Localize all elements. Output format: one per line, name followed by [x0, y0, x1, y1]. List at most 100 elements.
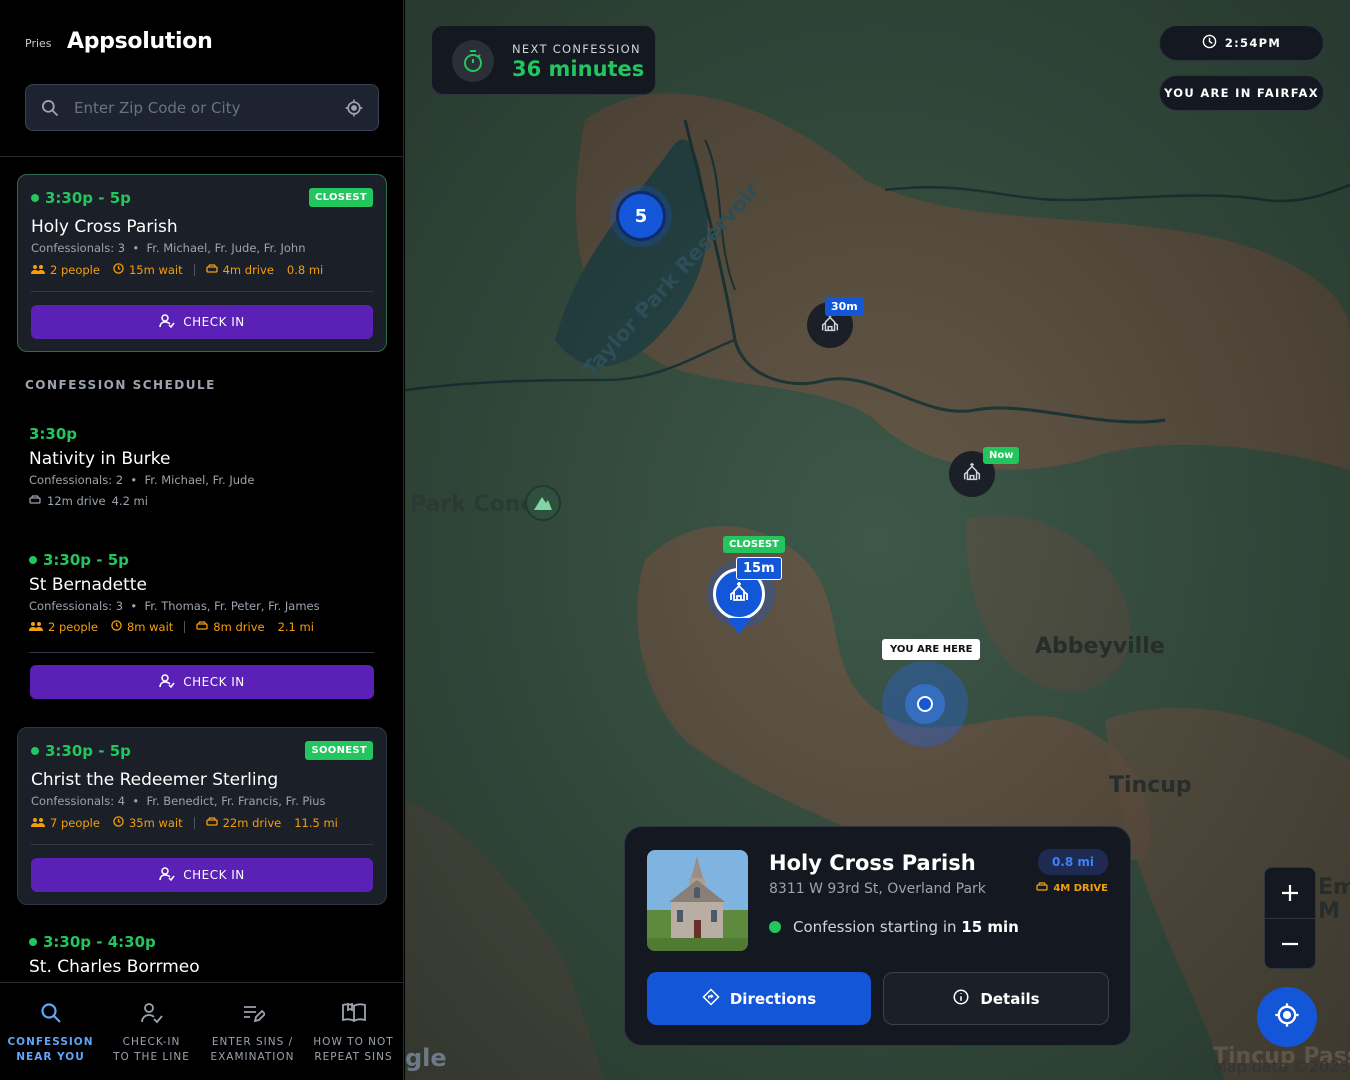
- you-are-here-dot: [905, 684, 945, 724]
- church-photo: [647, 850, 748, 951]
- detail-parish-name: Holy Cross Parish: [769, 851, 976, 875]
- nav-label: CONFESSION NEAR YOU: [7, 1036, 94, 1063]
- featured-parish-card[interactable]: 3:30p - 5p CLOSEST Holy Cross Parish Con…: [17, 174, 387, 352]
- detail-drive: 4M DRIVE: [1036, 882, 1108, 895]
- locate-icon[interactable]: [330, 98, 378, 118]
- bottom-nav: CONFESSION NEAR YOU CHECK-IN TO THE LINE E…: [0, 982, 403, 1080]
- map[interactable]: Taylor Park Reservoir Park Cone Abbeyvil…: [405, 0, 1350, 1080]
- search-input[interactable]: [74, 98, 330, 117]
- list-edit-icon: [241, 1001, 266, 1029]
- directions-icon: [702, 987, 720, 1010]
- soonest-badge: SOONEST: [305, 741, 373, 760]
- nav-how-to-not-repeat[interactable]: HOW TO NOT REPEAT SINS: [303, 983, 403, 1080]
- marker-tag: Now: [983, 447, 1020, 464]
- car-icon: [29, 494, 41, 508]
- parish-name: Christ the Redeemer Sterling: [31, 770, 279, 790]
- map-label-tincup: Tincup: [1109, 773, 1192, 798]
- zoom-out-button[interactable]: [1265, 919, 1315, 968]
- zoom-control: [1264, 867, 1316, 969]
- parish-meta: Confessionals: 2 • Fr. Michael, Fr. Jude: [29, 473, 255, 487]
- sidebar: Pries Appsolution 3:30p - 5p CLOSEST Hol…: [0, 0, 404, 1080]
- user-check-icon: [159, 866, 175, 884]
- clock-icon: [113, 263, 124, 277]
- divider: [29, 652, 374, 653]
- time-range: 3:30p - 4:30p: [29, 933, 379, 951]
- people-icon: [31, 816, 45, 830]
- list-item[interactable]: 3:30p Nativity in Burke Confessionals: 2…: [29, 425, 379, 508]
- closest-tag: CLOSEST: [723, 536, 785, 553]
- detail-address: 8311 W 93rd St, Overland Park: [769, 881, 986, 897]
- nav-label: ENTER SINS / EXAMINATION: [210, 1036, 295, 1063]
- next-confession-value: 36 minutes: [512, 57, 645, 81]
- search-icon: [39, 1001, 63, 1029]
- car-icon: [205, 816, 218, 830]
- book-icon: [341, 1001, 367, 1029]
- check-in-button[interactable]: CHECK IN: [30, 665, 374, 699]
- user-check-icon: [140, 1001, 164, 1029]
- clock-icon: [1202, 34, 1217, 52]
- nav-enter-sins[interactable]: ENTER SINS / EXAMINATION: [202, 983, 303, 1080]
- next-confession-label: NEXT CONFESSION: [512, 42, 641, 56]
- list-item[interactable]: 3:30p - 5p St Bernadette Confessionals: …: [29, 551, 379, 634]
- target-icon: [1273, 1001, 1301, 1033]
- map-label-park-cone: Park Cone: [410, 492, 536, 517]
- map-cluster[interactable]: 5: [616, 191, 666, 241]
- brand-logo: Pries: [25, 37, 52, 50]
- list-item[interactable]: 3:30p - 4:30p St. Charles Borrmeo: [29, 933, 379, 977]
- parish-stats: 7 people 35m wait 22m drive 11.5 mi: [31, 816, 338, 830]
- my-location-button[interactable]: [1257, 987, 1317, 1047]
- parish-stats: 2 people 15m wait 4m drive 0.8 mi: [31, 263, 323, 277]
- nav-label: CHECK-IN TO THE LINE: [113, 1036, 190, 1063]
- time-range: 3:30p - 5p: [29, 551, 379, 569]
- info-icon: [952, 988, 970, 1010]
- parish-card[interactable]: 3:30p - 5p SOONEST Christ the Redeemer S…: [17, 727, 387, 905]
- car-icon: [1036, 882, 1048, 895]
- parish-name: Nativity in Burke: [29, 449, 171, 469]
- church-icon: [727, 580, 751, 608]
- parish-meta: Confessionals: 3 • Fr. Michael, Fr. Jude…: [31, 241, 306, 255]
- check-in-button[interactable]: CHECK IN: [31, 305, 373, 339]
- time-range: 3:30p: [29, 425, 78, 443]
- people-icon: [31, 263, 45, 277]
- parish-stats: 12m drive 4.2 mi: [29, 494, 379, 508]
- people-icon: [29, 620, 43, 634]
- map-label-edge: Em M: [1318, 875, 1350, 924]
- nav-confession-near-you[interactable]: CONFESSION NEAR YOU: [0, 983, 101, 1080]
- parish-meta: Confessionals: 4 • Fr. Benedict, Fr. Fra…: [31, 794, 326, 808]
- marker-tag: 15m: [736, 557, 782, 580]
- parish-detail-card: Holy Cross Parish 8311 W 93rd St, Overla…: [624, 826, 1131, 1046]
- nav-label: HOW TO NOT REPEAT SINS: [313, 1036, 394, 1063]
- detail-distance-badge: 0.8 mi: [1037, 849, 1108, 875]
- closest-badge: CLOSEST: [308, 188, 373, 207]
- clock-icon: [113, 816, 124, 830]
- clock-icon: [111, 620, 122, 634]
- brand: Pries Appsolution: [25, 24, 213, 58]
- car-icon: [205, 263, 218, 277]
- directions-button[interactable]: Directions: [647, 972, 871, 1025]
- parish-name: Holy Cross Parish: [31, 217, 178, 237]
- app-name: Appsolution: [67, 28, 213, 54]
- nav-check-in[interactable]: CHECK-IN TO THE LINE: [101, 983, 202, 1080]
- church-icon: [961, 461, 983, 487]
- details-button[interactable]: Details: [883, 972, 1109, 1025]
- mountain-icon: [525, 485, 561, 521]
- zoom-in-button[interactable]: [1265, 868, 1315, 918]
- clock-pill: 2:54PM: [1159, 25, 1324, 61]
- time-range: 3:30p - 5p: [31, 742, 131, 760]
- check-in-button[interactable]: CHECK IN: [31, 858, 373, 892]
- section-title: CONFESSION SCHEDULE: [25, 378, 216, 392]
- map-attribution: Map data ©2025: [1213, 1057, 1350, 1076]
- parish-list: 3:30p - 5p CLOSEST Holy Cross Parish Con…: [0, 157, 403, 982]
- next-confession-panel: NEXT CONFESSION 36 minutes: [431, 25, 656, 95]
- divider: [31, 291, 373, 292]
- detail-status: Confession starting in 15 min: [769, 918, 1019, 936]
- car-icon: [196, 620, 208, 634]
- search-bar: [25, 84, 379, 131]
- map-label-abbeyville: Abbeyville: [1035, 634, 1165, 659]
- parish-meta: Confessionals: 3 • Fr. Thomas, Fr. Peter…: [29, 599, 320, 613]
- user-check-icon: [159, 313, 175, 331]
- time-range: 3:30p - 5p: [31, 189, 131, 207]
- you-are-here-label: YOU ARE HERE: [882, 639, 981, 660]
- search-icon: [26, 98, 74, 118]
- map-google-logo: gle: [405, 1044, 447, 1072]
